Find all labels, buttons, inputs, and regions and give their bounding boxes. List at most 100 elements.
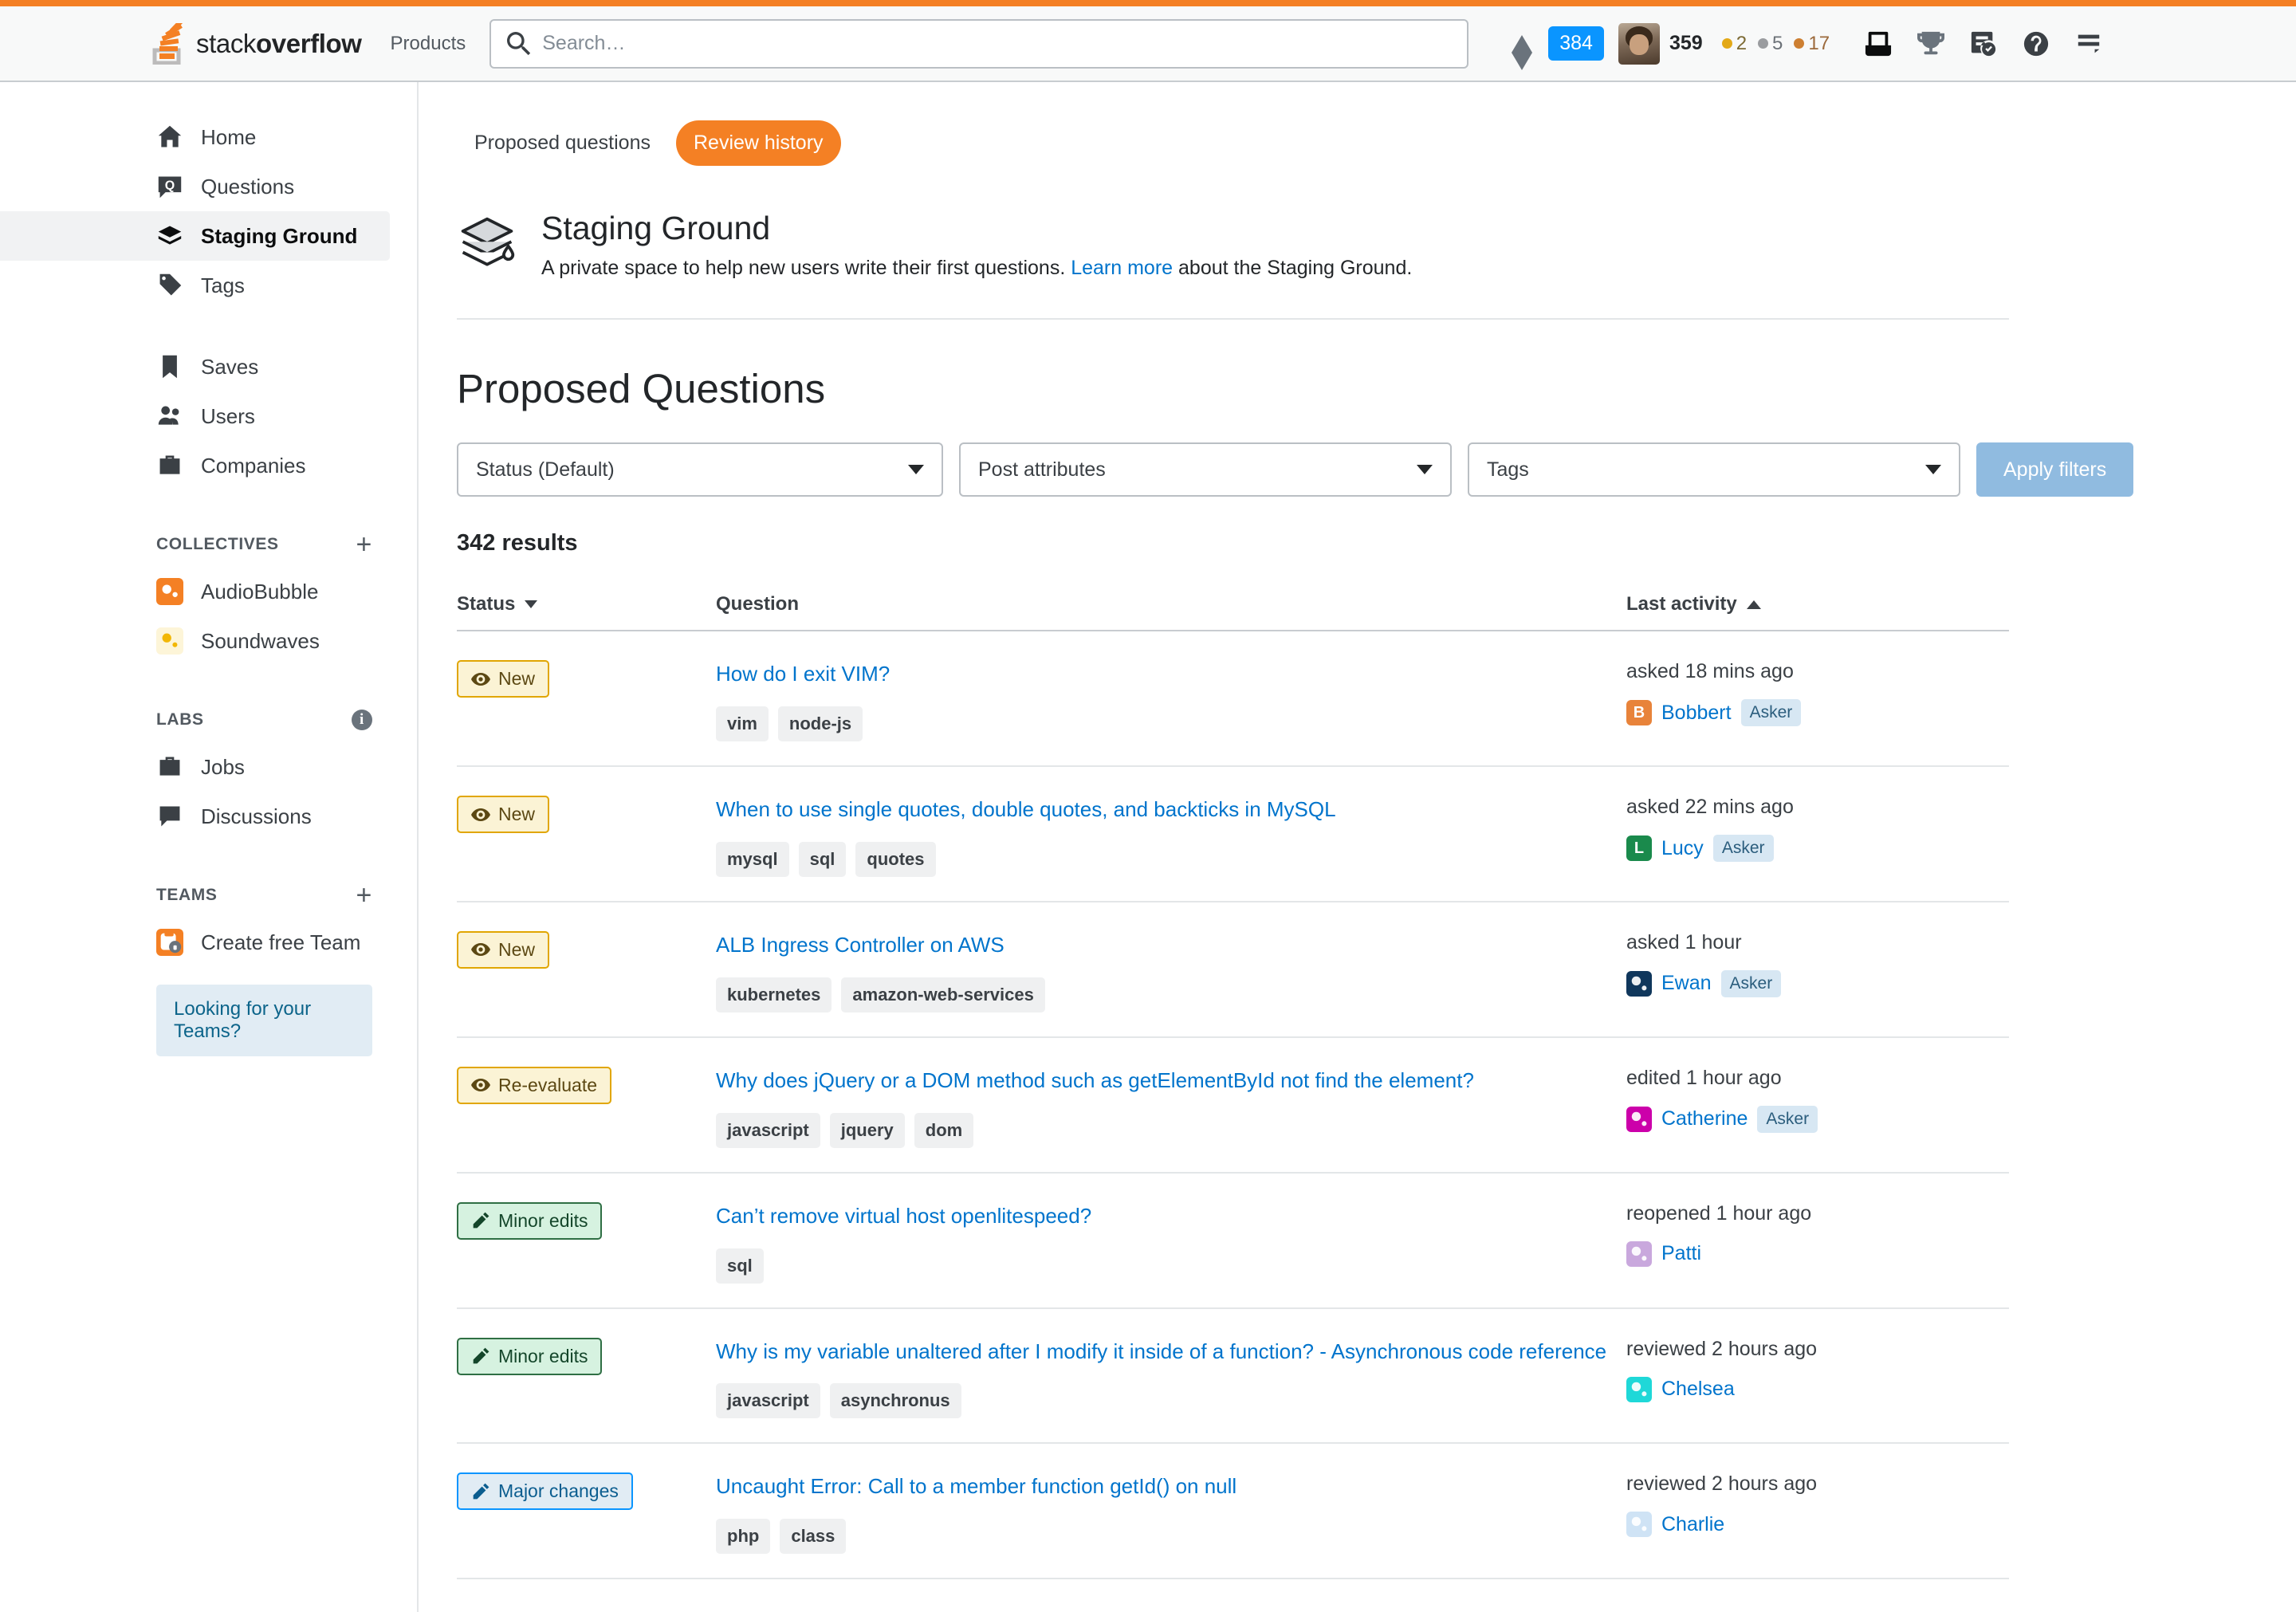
tag-chip[interactable]: mysql [716, 841, 789, 877]
user-avatar[interactable] [1626, 1106, 1652, 1132]
sidebar-item-tags[interactable]: Tags [0, 261, 417, 310]
sidebar-item-jobs[interactable]: Jobs [0, 742, 417, 792]
row-question-cell: Why is my variable unaltered after I mod… [716, 1338, 1626, 1419]
sidebar-item-create-free-team[interactable]: Create free Team [0, 918, 417, 967]
sidebar-item-soundwaves[interactable]: Soundwaves [0, 616, 417, 666]
sidebar-item-audiobubble[interactable]: AudioBubble [0, 567, 417, 616]
tag-chip[interactable]: dom [914, 1112, 974, 1148]
table-body: New How do I exit VIM? vim node-js asked … [457, 631, 2009, 1580]
site-header: stackoverflow Products 384 359 2 5 17 [0, 6, 2296, 82]
inbox-icon[interactable] [1852, 18, 1905, 70]
badge-counts: 2 5 17 [1721, 32, 1830, 55]
table-row: Minor edits Can’t remove virtual host op… [457, 1174, 2009, 1309]
sidebar-item-questions[interactable]: Q Questions [0, 162, 417, 211]
sidebar-item-home[interactable]: Home [0, 112, 417, 162]
user-name-link[interactable]: Charlie [1661, 1513, 1724, 1536]
question-title-link[interactable]: Why does jQuery or a DOM method such as … [716, 1067, 1626, 1095]
post-attributes-filter-select[interactable]: Post attributes [959, 442, 1452, 497]
user-name-link[interactable]: Ewan [1661, 972, 1712, 995]
learn-more-link[interactable]: Learn more [1071, 257, 1173, 279]
user-name-link[interactable]: Lucy [1661, 837, 1704, 860]
question-title-link[interactable]: Can’t remove virtual host openlitespeed? [716, 1202, 1626, 1231]
tags-filter-select[interactable]: Tags [1468, 442, 1960, 497]
row-activity-cell: asked 18 mins ago B Bobbert Asker [1626, 660, 2009, 727]
user-name-link[interactable]: Bobbert [1661, 702, 1732, 725]
tag-chip[interactable]: kubernetes [716, 977, 832, 1012]
inbox-count-badge[interactable]: 384 [1548, 26, 1604, 61]
row-activity-cell: edited 1 hour ago Catherine Asker [1626, 1067, 2009, 1133]
help-icon[interactable] [2010, 18, 2062, 70]
user-name-link[interactable]: Patti [1661, 1242, 1701, 1265]
jobs-briefcase-icon [156, 753, 183, 780]
sidebar-item-staging-ground[interactable]: Staging Ground [0, 211, 390, 261]
question-title-link[interactable]: Why is my variable unaltered after I mod… [716, 1338, 1626, 1366]
tag-chip[interactable]: amazon-web-services [841, 977, 1045, 1012]
user-avatar[interactable]: B [1626, 700, 1652, 726]
info-icon[interactable]: i [352, 710, 372, 730]
tag-chip[interactable]: sql [798, 841, 847, 877]
sidebar-item-discussions[interactable]: Discussions [0, 792, 417, 841]
add-team-icon[interactable]: + [356, 882, 372, 909]
looking-for-teams-cta[interactable]: Looking for your Teams? [156, 985, 372, 1056]
info-circle-glyph: i [352, 710, 372, 730]
user-avatar[interactable] [1626, 1240, 1652, 1267]
apply-filters-button[interactable]: Apply filters [1976, 442, 2134, 497]
staging-ground-icon [156, 222, 183, 250]
products-link[interactable]: Products [391, 33, 466, 55]
tag-chip[interactable]: javascript [716, 1112, 820, 1148]
sort-by-last-activity[interactable]: Last activity [1626, 593, 2009, 615]
question-title-link[interactable]: Uncaught Error: Call to a member functio… [716, 1472, 1626, 1501]
search-input[interactable] [542, 32, 1452, 55]
review-queue-icon[interactable] [1957, 18, 2010, 70]
stackoverflow-logo[interactable]: stackoverflow [151, 18, 362, 65]
tag-list: vim node-js [716, 706, 1626, 742]
user-name-link[interactable]: Catherine [1661, 1107, 1748, 1130]
hamburger-icon[interactable] [2062, 18, 2115, 70]
tag-chip[interactable]: asynchronus [829, 1383, 961, 1419]
users-icon [156, 403, 183, 430]
sort-by-status[interactable]: Status [457, 593, 716, 615]
trophy-icon[interactable] [1905, 18, 1957, 70]
left-sidebar: Home Q Questions Staging Ground Tags Sav… [0, 82, 419, 1612]
silver-count: 5 [1772, 32, 1783, 54]
row-activity-cell: reviewed 2 hours ago Charlie [1626, 1472, 2009, 1538]
avatar-pattern-icon [1631, 976, 1647, 991]
user-avatar[interactable] [1626, 970, 1652, 997]
description-before: A private space to help new users write … [541, 257, 1071, 280]
status-badge-label: New [498, 804, 536, 825]
status-badge-label: New [498, 668, 536, 690]
sidebar-item-users[interactable]: Users [0, 391, 417, 441]
tag-chip[interactable]: quotes [855, 841, 936, 877]
tab-review-history[interactable]: Review history [675, 120, 841, 166]
status-filter-select[interactable]: Status (Default) [457, 442, 943, 497]
user-profile[interactable]: 359 2 5 17 [1618, 22, 1830, 65]
tag-chip[interactable]: jquery [829, 1112, 905, 1148]
add-collective-icon[interactable]: + [356, 531, 372, 558]
user-name-link[interactable]: Chelsea [1661, 1378, 1735, 1401]
sidebar-item-saves[interactable]: Saves [0, 342, 417, 391]
row-status-cell: Re-evaluate [457, 1066, 716, 1104]
sidebar-item-companies[interactable]: Companies [0, 441, 417, 490]
tag-chip[interactable]: javascript [716, 1383, 820, 1419]
avatar-pattern-icon [1631, 1246, 1647, 1260]
search-bar[interactable] [489, 18, 1469, 69]
tag-chip[interactable]: sql [716, 1248, 764, 1284]
user-avatar[interactable]: L [1626, 835, 1652, 862]
staging-ground-intro: Staging Ground A private space to help n… [457, 210, 2009, 320]
question-title-link[interactable]: When to use single quotes, double quotes… [716, 796, 1626, 824]
tag-chip[interactable]: class [780, 1519, 847, 1555]
status-badge: Minor edits [457, 1201, 603, 1240]
user-avatar[interactable] [1626, 1512, 1652, 1538]
question-title-link[interactable]: ALB Ingress Controller on AWS [716, 931, 1626, 960]
diamond-icon[interactable] [1496, 18, 1548, 70]
tab-proposed-questions[interactable]: Proposed questions [457, 120, 668, 166]
activity-timestamp: asked 18 mins ago [1626, 660, 1794, 683]
tag-chip[interactable]: vim [716, 706, 769, 742]
review-glyph [1971, 31, 1996, 56]
tag-chip[interactable]: php [716, 1519, 771, 1555]
user-avatar[interactable] [1626, 1376, 1652, 1402]
question-title-link[interactable]: How do I exit VIM? [716, 660, 1626, 689]
table-header-row: Status Question Last activity [457, 593, 2009, 632]
tag-chip[interactable]: node-js [777, 706, 863, 742]
row-activity-cell: asked 1 hour Ewan Asker [1626, 931, 2009, 997]
